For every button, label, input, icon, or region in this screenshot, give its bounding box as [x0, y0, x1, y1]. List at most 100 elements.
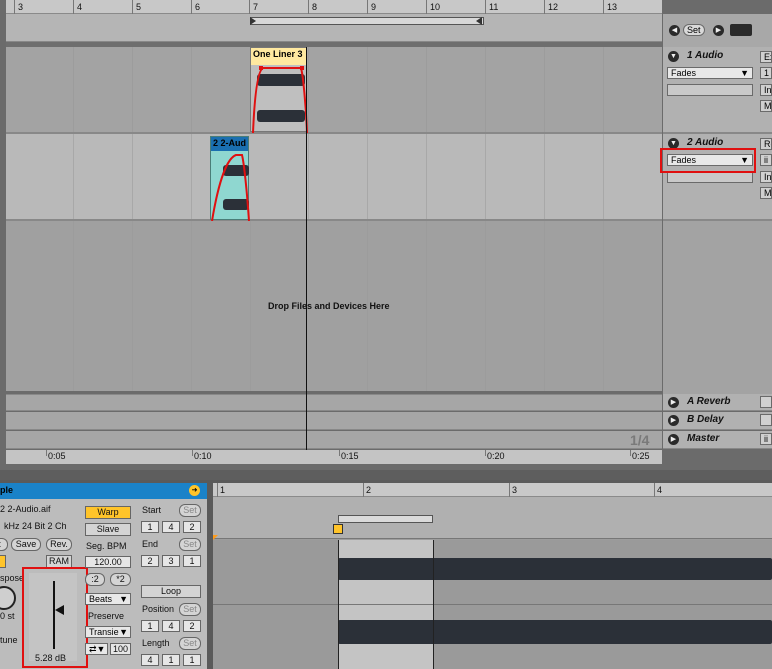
- start-marker-icon[interactable]: [333, 524, 343, 534]
- track-1-lane[interactable]: One Liner 3: [6, 47, 662, 134]
- master-lane[interactable]: 1/4: [6, 431, 662, 449]
- position-sixteenth-field[interactable]: 2: [183, 620, 201, 632]
- track-name[interactable]: 1 Audio: [687, 50, 723, 61]
- audio-clip-2[interactable]: 2 2-Aud: [210, 136, 250, 221]
- fold-icon[interactable]: ▼: [668, 51, 679, 62]
- transpose-knob[interactable]: [0, 586, 16, 610]
- fold-icon[interactable]: ▶: [668, 397, 679, 408]
- automation-value[interactable]: [667, 84, 753, 96]
- clip-header: ple ➜: [0, 483, 207, 499]
- end-bar-field[interactable]: 2: [141, 555, 159, 567]
- position-beat-field[interactable]: 4: [162, 620, 180, 632]
- time-label: 0:10: [194, 451, 212, 461]
- save-button[interactable]: Save: [11, 538, 41, 551]
- seg-bpm-field[interactable]: 120.00: [85, 556, 131, 568]
- loop-button[interactable]: Loop: [141, 585, 201, 598]
- transpose-value[interactable]: 0 st: [0, 611, 15, 621]
- return-a-header[interactable]: ▶ A Reverb: [663, 394, 772, 411]
- length-beat-field[interactable]: 1: [162, 654, 180, 666]
- fade-envelope[interactable]: [211, 151, 250, 221]
- highlight-box: [660, 148, 756, 173]
- start-bar-field[interactable]: 1: [141, 521, 159, 533]
- rev-button[interactable]: Rev.: [46, 538, 72, 551]
- start-label: Start: [142, 505, 162, 515]
- sample-ruler[interactable]: 1 2 3 4: [213, 483, 772, 497]
- start-sixteenth-field[interactable]: 2: [183, 521, 201, 533]
- sample-editor[interactable]: 1 2 3 4: [213, 483, 772, 669]
- length-bar-field[interactable]: 4: [141, 654, 159, 666]
- io-field[interactable]: Ex: [760, 51, 772, 63]
- bar-ruler[interactable]: 3 4 5 6 7 8 9 10 11 12 13: [6, 0, 662, 14]
- fade-envelope[interactable]: [251, 65, 308, 133]
- io-field[interactable]: 1: [760, 67, 772, 79]
- length-sixteenth-field[interactable]: 1: [183, 654, 201, 666]
- track-name[interactable]: 2 Audio: [687, 137, 723, 148]
- start-set-button[interactable]: Set: [179, 504, 201, 517]
- automation-select[interactable]: Fades ▼: [667, 67, 753, 79]
- track-name[interactable]: Master: [687, 433, 719, 444]
- bar-tick: [603, 0, 604, 14]
- loop-mode-select[interactable]: ⇄▼: [85, 643, 108, 655]
- io-field[interactable]: In: [760, 171, 772, 183]
- return-b-header[interactable]: ▶ B Delay: [663, 412, 772, 430]
- position-set-button[interactable]: Set: [179, 603, 201, 616]
- sample-waveform-area[interactable]: [213, 540, 772, 669]
- track-name[interactable]: B Delay: [687, 414, 724, 425]
- io-field[interactable]: In: [760, 84, 772, 96]
- io-field[interactable]: M: [760, 100, 772, 112]
- right-channel-waveform: [338, 620, 772, 644]
- next-locator-icon[interactable]: ▶: [713, 25, 724, 36]
- return-a-lane[interactable]: [6, 394, 662, 411]
- envelope-field[interactable]: 100: [110, 643, 131, 655]
- io-field[interactable]: ii: [760, 154, 772, 166]
- time-ruler[interactable]: 0:05 0:10 0:15 0:20 0:25: [6, 450, 662, 464]
- position-bar-field[interactable]: 1: [141, 620, 159, 632]
- slave-button[interactable]: Slave: [85, 523, 131, 536]
- track-1-header[interactable]: ▼ 1 Audio Fades▼ Ex 1 In M: [663, 47, 772, 134]
- io-field[interactable]: M: [760, 187, 772, 199]
- length-set-button[interactable]: Set: [179, 637, 201, 650]
- track-2-lane[interactable]: 2 2-Aud: [6, 134, 662, 221]
- audio-clip-1[interactable]: One Liner 3: [250, 47, 308, 133]
- hiq-button[interactable]: [0, 555, 6, 568]
- fold-icon[interactable]: ▶: [668, 434, 679, 445]
- master-header[interactable]: ▶ Master ii: [663, 431, 772, 449]
- edit-button[interactable]: Edit: [0, 538, 8, 551]
- prev-locator-icon[interactable]: ◀: [669, 25, 680, 36]
- end-beat-field[interactable]: 3: [162, 555, 180, 567]
- time-label: 0:05: [48, 451, 66, 461]
- clip-section-title: ple: [0, 485, 14, 495]
- time-label: 0:25: [632, 451, 650, 461]
- set-locator-button[interactable]: Set: [683, 24, 705, 36]
- fold-icon[interactable]: ▶: [668, 415, 679, 426]
- end-sixteenth-field[interactable]: 1: [183, 555, 201, 567]
- warp-mode-select[interactable]: Beats ▼: [85, 593, 131, 605]
- sample-loop-brace[interactable]: [338, 515, 433, 523]
- bar-number: 10: [430, 2, 441, 12]
- loop-end-marker[interactable]: [476, 17, 482, 25]
- io-field[interactable]: [760, 396, 772, 408]
- time-label: 0:15: [341, 451, 359, 461]
- io-field[interactable]: ii: [760, 433, 772, 445]
- return-b-lane[interactable]: [6, 412, 662, 430]
- track-2-header[interactable]: ▼ 2 Audio Fades▼ Re ii In M: [660, 134, 772, 221]
- io-field[interactable]: [760, 414, 772, 426]
- loop-bar[interactable]: [6, 14, 662, 42]
- start-beat-field[interactable]: 4: [162, 521, 180, 533]
- sample-loop-bar[interactable]: [213, 497, 772, 540]
- preserve-select[interactable]: Transie ▼: [85, 626, 131, 638]
- warp-button[interactable]: Warp: [85, 506, 131, 519]
- expand-icon[interactable]: ➜: [189, 485, 200, 496]
- clip-title: One Liner 3: [251, 48, 306, 65]
- drop-area[interactable]: Drop Files and Devices Here: [6, 221, 662, 391]
- io-field[interactable]: Re: [760, 138, 772, 150]
- transpose-label: spose: [0, 573, 25, 583]
- lock-icon[interactable]: [730, 24, 752, 36]
- end-set-button[interactable]: Set: [179, 538, 201, 551]
- double-tempo-button[interactable]: *2: [110, 573, 131, 586]
- detune-label: tune: [0, 635, 18, 645]
- track-name[interactable]: A Reverb: [687, 396, 731, 407]
- half-tempo-button[interactable]: :2: [85, 573, 105, 586]
- loop-brace[interactable]: [250, 17, 484, 25]
- loop-start-marker[interactable]: [250, 17, 256, 25]
